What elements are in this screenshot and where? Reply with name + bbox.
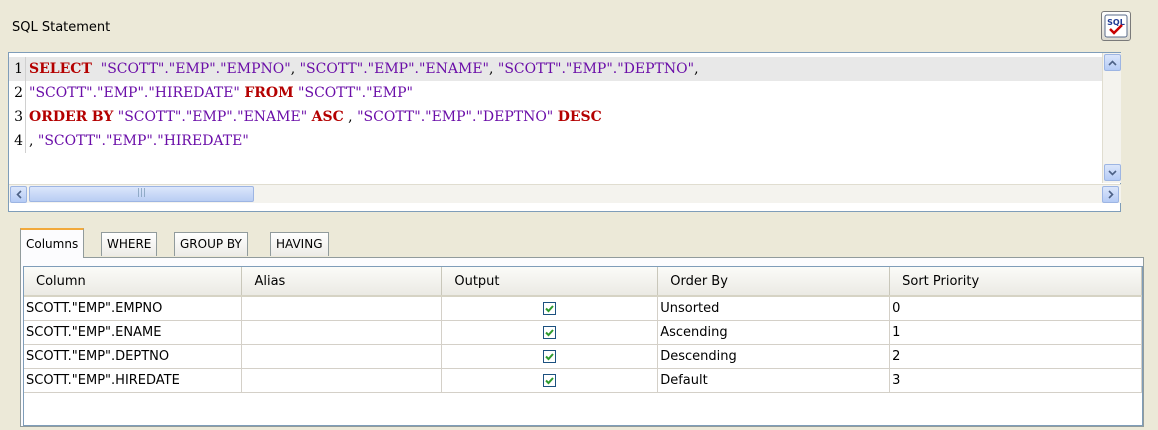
sql-identifier: "SCOTT"."EMP"."HIREDATE" bbox=[37, 133, 249, 149]
output-cell[interactable] bbox=[441, 344, 659, 369]
output-checkbox[interactable] bbox=[543, 350, 557, 363]
sql-editor[interactable]: 1 SELECT "SCOTT"."EMP"."EMPNO", "SCOTT"."… bbox=[8, 52, 1121, 212]
sql-punctuation: , bbox=[29, 133, 38, 149]
sql-keyword: ORDER bbox=[29, 109, 88, 125]
line-number: 1 bbox=[14, 61, 23, 77]
chevron-right-icon bbox=[1107, 190, 1114, 199]
code-line[interactable]: 4, "SCOTT"."EMP"."HIREDATE" bbox=[9, 129, 1103, 153]
output-checkbox[interactable] bbox=[543, 326, 557, 339]
column-header-alias[interactable]: Alias bbox=[241, 267, 443, 297]
gutter-separator bbox=[25, 57, 26, 81]
tab-group-by[interactable]: GROUP BY bbox=[174, 232, 248, 256]
column-cell[interactable]: SCOTT."EMP".DEPTNO bbox=[24, 344, 243, 369]
sql-punctuation: , bbox=[694, 61, 699, 77]
sql-keyword: DESC bbox=[557, 109, 602, 125]
column-header-order-by[interactable]: Order By bbox=[657, 267, 891, 297]
sql-keyword: SELECT bbox=[29, 61, 92, 77]
code-line[interactable]: 1 SELECT "SCOTT"."EMP"."EMPNO", "SCOTT"."… bbox=[9, 57, 1103, 81]
tab-label: GROUP BY bbox=[180, 237, 242, 251]
order-by-cell[interactable]: Ascending bbox=[657, 320, 891, 345]
output-cell[interactable] bbox=[441, 320, 659, 345]
horizontal-scrollbar[interactable]: ||| bbox=[9, 184, 1121, 203]
gutter-separator bbox=[25, 129, 26, 153]
sql-punctuation: , bbox=[343, 109, 358, 125]
sort-priority-cell[interactable]: 1 bbox=[889, 320, 1142, 345]
column-header-output[interactable]: Output bbox=[441, 267, 659, 297]
gutter-separator bbox=[25, 81, 26, 105]
sql-identifier: "SCOTT"."EMP"."ENAME" bbox=[117, 109, 308, 125]
checkmark-icon bbox=[545, 305, 555, 313]
alias-cell[interactable] bbox=[241, 344, 443, 369]
columns-table: Column Alias Output Order By Sort Priori… bbox=[24, 267, 1142, 393]
sql-identifier: "SCOTT"."EMP"."DEPTNO" bbox=[357, 109, 554, 125]
column-header-column[interactable]: Column bbox=[24, 267, 243, 297]
tab-label: HAVING bbox=[276, 237, 323, 251]
sql-identifier: "SCOTT"."EMP" bbox=[298, 85, 413, 101]
column-cell[interactable]: SCOTT."EMP".EMPNO bbox=[24, 296, 243, 321]
checkmark-icon bbox=[545, 329, 555, 337]
output-checkbox[interactable] bbox=[543, 374, 557, 387]
sql-punctuation bbox=[92, 61, 101, 77]
column-cell[interactable]: SCOTT."EMP".HIREDATE bbox=[24, 368, 243, 393]
alias-cell[interactable] bbox=[241, 368, 443, 393]
output-cell[interactable] bbox=[441, 296, 659, 321]
line-number: 4 bbox=[14, 133, 23, 149]
table-row[interactable]: SCOTT."EMP".ENAME Ascending 1 bbox=[24, 320, 1142, 345]
line-number: 3 bbox=[14, 109, 23, 125]
output-cell[interactable] bbox=[441, 368, 659, 393]
table-row[interactable]: SCOTT."EMP".DEPTNO Descending 2 bbox=[24, 344, 1142, 369]
output-checkbox[interactable] bbox=[543, 302, 557, 315]
tab-label: WHERE bbox=[107, 237, 152, 251]
scroll-up-button[interactable] bbox=[1104, 54, 1121, 71]
sql-keyword: ASC bbox=[311, 109, 344, 125]
sql-identifier: "SCOTT"."EMP"."EMPNO" bbox=[100, 61, 291, 77]
order-by-cell[interactable]: Default bbox=[657, 368, 891, 393]
order-by-cell[interactable]: Unsorted bbox=[657, 296, 891, 321]
sql-identifier: "SCOTT"."EMP"."DEPTNO" bbox=[497, 61, 695, 77]
sql-keyword: BY bbox=[91, 109, 114, 125]
scroll-left-button[interactable] bbox=[10, 186, 27, 203]
tab-label: Columns bbox=[26, 237, 79, 251]
tab-where[interactable]: WHERE bbox=[101, 232, 158, 256]
check-sql-button[interactable]: SQL bbox=[1101, 11, 1131, 41]
checkmark-icon bbox=[545, 377, 555, 385]
table-row[interactable]: SCOTT."EMP".HIREDATE Default 3 bbox=[24, 368, 1142, 393]
checkmark-icon bbox=[545, 353, 555, 361]
sql-check-icon: SQL bbox=[1104, 14, 1128, 38]
tab-columns[interactable]: Columns bbox=[20, 228, 85, 258]
line-number: 2 bbox=[14, 85, 23, 101]
table-row[interactable]: SCOTT."EMP".EMPNO Unsorted 0 bbox=[24, 296, 1142, 321]
columns-grid: Column Alias Output Order By Sort Priori… bbox=[23, 266, 1143, 426]
sql-punctuation: , bbox=[290, 61, 300, 77]
sort-priority-cell[interactable]: 3 bbox=[889, 368, 1142, 393]
sort-priority-cell[interactable]: 2 bbox=[889, 344, 1142, 369]
sql-identifier: "SCOTT"."EMP"."HIREDATE" bbox=[29, 85, 240, 101]
sql-punctuation: , bbox=[488, 61, 498, 77]
chevron-up-icon bbox=[1108, 59, 1117, 66]
sql-keyword: FROM bbox=[244, 85, 294, 101]
sql-statement-label: SQL Statement bbox=[12, 20, 111, 35]
alias-cell[interactable] bbox=[241, 320, 443, 345]
vertical-scrollbar[interactable] bbox=[1102, 53, 1121, 183]
columns-panel: Column Alias Output Order By Sort Priori… bbox=[20, 257, 1144, 427]
scroll-down-button[interactable] bbox=[1104, 164, 1121, 181]
sort-priority-cell[interactable]: 0 bbox=[889, 296, 1142, 321]
column-cell[interactable]: SCOTT."EMP".ENAME bbox=[24, 320, 243, 345]
order-by-cell[interactable]: Descending bbox=[657, 344, 891, 369]
alias-cell[interactable] bbox=[241, 296, 443, 321]
code-line[interactable]: 2 "SCOTT"."EMP"."HIREDATE" FROM "SCOTT"."… bbox=[9, 81, 1103, 105]
grid-header-row: Column Alias Output Order By Sort Priori… bbox=[24, 267, 1142, 297]
gutter-separator bbox=[25, 105, 26, 129]
chevron-left-icon bbox=[15, 190, 22, 199]
scroll-right-button[interactable] bbox=[1102, 186, 1119, 203]
code-line[interactable]: 3 ORDER BY "SCOTT"."EMP"."ENAME" ASC , "S… bbox=[9, 105, 1103, 129]
sql-identifier: "SCOTT"."EMP"."ENAME" bbox=[299, 61, 489, 77]
column-header-sort-priority[interactable]: Sort Priority bbox=[889, 267, 1142, 297]
tab-having[interactable]: HAVING bbox=[270, 232, 329, 256]
horizontal-scroll-thumb[interactable]: ||| bbox=[29, 186, 254, 202]
chevron-down-icon bbox=[1108, 169, 1117, 176]
